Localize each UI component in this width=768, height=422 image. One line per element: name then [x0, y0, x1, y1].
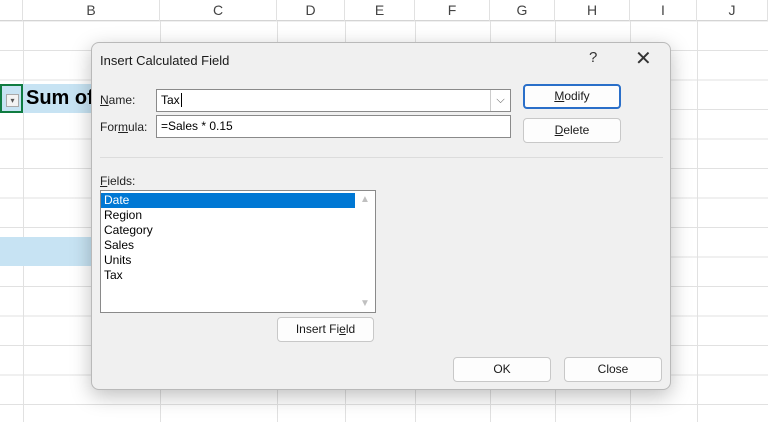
filter-dropdown-icon[interactable]: ▾ — [6, 94, 19, 107]
selected-cell[interactable]: ▾ — [0, 84, 23, 113]
field-item-region[interactable]: Region — [101, 208, 355, 223]
column-header-h[interactable]: H — [555, 0, 630, 21]
formula-label: Formula: — [100, 120, 148, 134]
column-header-i[interactable]: I — [630, 0, 697, 21]
delete-button[interactable]: Delete — [523, 118, 621, 143]
column-header-e[interactable]: E — [345, 0, 415, 21]
help-button[interactable]: ? — [589, 49, 597, 66]
fields-listbox[interactable]: Date Region Category Sales Units Tax ▲ ▼ — [100, 190, 376, 313]
field-item-units[interactable]: Units — [101, 253, 355, 268]
scroll-down-icon[interactable]: ▼ — [360, 298, 370, 309]
separator — [100, 157, 663, 158]
dialog-title: Insert Calculated Field — [100, 53, 230, 68]
gridline — [697, 21, 698, 422]
column-headers: B C D E F G H I J — [0, 0, 768, 21]
name-value: Tax — [161, 93, 180, 107]
scroll-up-icon[interactable]: ▲ — [360, 194, 370, 205]
pivot-total-row[interactable] — [0, 237, 95, 266]
name-label: Name: — [100, 93, 136, 107]
close-button[interactable]: Close — [564, 357, 662, 382]
column-header-j[interactable]: J — [697, 0, 768, 21]
formula-input[interactable]: =Sales * 0.15 — [156, 115, 511, 138]
field-item-date[interactable]: Date — [101, 193, 355, 208]
modify-button[interactable]: Modify — [523, 84, 621, 109]
column-header-b[interactable]: B — [23, 0, 160, 21]
column-header-g[interactable]: G — [490, 0, 555, 21]
column-header-a[interactable] — [0, 0, 23, 21]
column-header-c[interactable]: C — [160, 0, 277, 21]
chevron-down-icon[interactable]: ⌵ — [490, 90, 510, 111]
insert-calculated-field-dialog: Insert Calculated Field ? ✕ Name: Tax ⌵ F… — [91, 42, 671, 390]
text-cursor — [180, 93, 182, 107]
column-header-f[interactable]: F — [415, 0, 490, 21]
scrollbar[interactable]: ▲ ▼ — [356, 191, 375, 312]
close-icon[interactable]: ✕ — [635, 46, 652, 71]
gridline — [23, 21, 24, 422]
field-item-sales[interactable]: Sales — [101, 238, 355, 253]
name-combobox[interactable]: Tax ⌵ — [156, 89, 511, 112]
insert-field-button[interactable]: Insert Field — [277, 317, 374, 342]
column-header-d[interactable]: D — [277, 0, 345, 21]
field-item-tax[interactable]: Tax — [101, 268, 355, 283]
ok-button[interactable]: OK — [453, 357, 551, 382]
field-item-category[interactable]: Category — [101, 223, 355, 238]
fields-label: Fields: — [100, 174, 136, 188]
